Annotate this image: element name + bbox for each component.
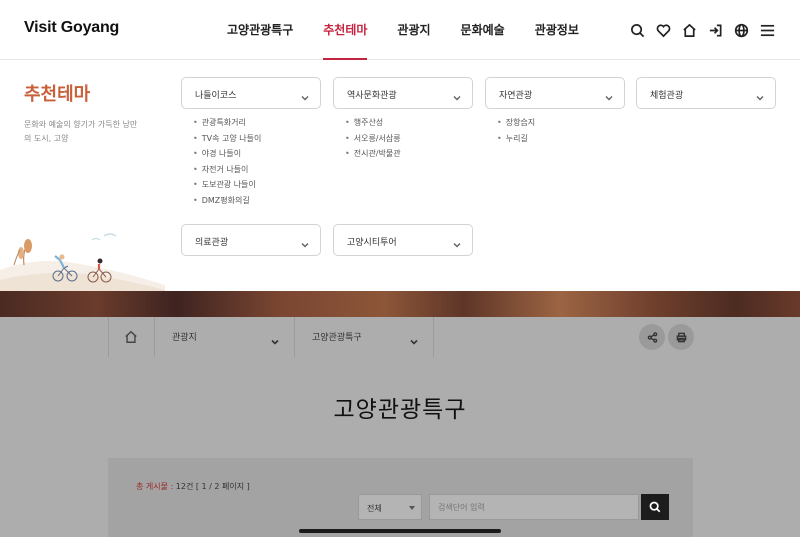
list-item[interactable]: DMZ평화의길 <box>193 193 261 209</box>
dropdown-outing-course[interactable]: 나들이코스 <box>181 77 321 109</box>
list-item[interactable]: TV속 고양 나들이 <box>193 131 262 147</box>
mega-menu-panel: 추천테마 문화와 예술의 향기가 가득한 낭만의 도시, 고양 나들이코스 역사… <box>0 60 800 291</box>
breadcrumb-level1[interactable]: 관광지 <box>154 317 294 357</box>
nav-item-culture-arts[interactable]: 문화예술 <box>446 0 520 60</box>
print-button[interactable] <box>668 324 694 350</box>
breadcrumb: 관광지 고양관광특구 <box>108 317 698 357</box>
breadcrumb-home[interactable] <box>108 317 154 357</box>
nav-item-attractions[interactable]: 관광지 <box>382 0 445 60</box>
list-item[interactable]: 장항습지 <box>497 115 535 131</box>
page-info: [ 1 / 2 페이지 ] <box>195 482 250 491</box>
share-button[interactable] <box>639 324 665 350</box>
list-item[interactable]: 관광특화거리 <box>193 115 261 131</box>
chevron-down-icon <box>755 88 765 101</box>
print-icon <box>676 332 686 342</box>
nav-item-recommended-theme[interactable]: 추천테마 <box>308 0 382 61</box>
post-count-label: 총 게시물 : <box>136 482 174 491</box>
dropdown-experience[interactable]: 체험관광 <box>636 77 776 109</box>
share-icon <box>647 331 657 343</box>
heart-icon[interactable] <box>650 20 676 40</box>
cycling-illustration <box>0 233 165 291</box>
post-count-value: 12건 <box>175 482 194 491</box>
chevron-down-icon <box>604 88 614 101</box>
chevron-down-icon <box>409 332 419 345</box>
dropdown-history-culture[interactable]: 역사문화관광 <box>333 77 473 109</box>
list-item[interactable]: 행주산성 <box>345 115 401 131</box>
home-icon[interactable] <box>676 20 702 40</box>
list-item[interactable]: 서오릉/서삼릉 <box>345 131 401 147</box>
home-icon <box>125 330 137 343</box>
dropdown-medical[interactable]: 의료관광 <box>181 224 321 256</box>
page-title: 고양관광특구 <box>333 397 467 423</box>
chevron-down-icon <box>300 88 310 101</box>
login-icon[interactable] <box>702 20 728 40</box>
chevron-down-icon <box>452 88 462 101</box>
utility-icons <box>624 20 780 40</box>
breadcrumb-level2[interactable]: 고양관광특구 <box>294 317 434 357</box>
site-header: Visit Goyang 고양관광특구 추천테마 관광지 문화예술 관광정보 <box>0 0 800 61</box>
caret-down-icon <box>409 506 415 510</box>
list-item[interactable]: 전시관/박물관 <box>345 146 401 162</box>
dropdown-nature[interactable]: 자연관광 <box>485 77 625 109</box>
dropdown-city-tour[interactable]: 고양시티투어 <box>333 224 473 256</box>
search-icon[interactable] <box>624 20 650 40</box>
nav-item-special-zone[interactable]: 고양관광특구 <box>212 0 308 60</box>
globe-icon[interactable] <box>728 20 754 40</box>
chevron-down-icon <box>300 235 310 248</box>
sublist-outing-course: 관광특화거리 TV속 고양 나들이 야경 나들이 자전거 나들이 도보관광 나들… <box>193 115 262 209</box>
sublist-history-culture: 행주산성 서오릉/서삼릉 전시관/박물관 <box>345 115 401 162</box>
list-item[interactable]: 야경 나들이 <box>193 146 261 162</box>
search-category-select[interactable]: 전체 <box>358 494 422 520</box>
main-nav: 고양관광특구 추천테마 관광지 문화예술 관광정보 <box>212 0 594 61</box>
list-item[interactable]: 도보관광 나들이 <box>193 177 261 193</box>
site-logo[interactable]: Visit Goyang <box>24 19 119 37</box>
list-item[interactable]: 누리길 <box>497 131 535 147</box>
home-indicator <box>299 529 501 533</box>
hero-photo-strip <box>0 291 800 317</box>
nav-item-tour-info[interactable]: 관광정보 <box>520 0 594 60</box>
chevron-down-icon <box>270 332 280 345</box>
search-icon <box>649 501 661 513</box>
search-button[interactable] <box>641 494 669 520</box>
chevron-down-icon <box>452 235 462 248</box>
menu-icon[interactable] <box>754 20 780 40</box>
sublist-nature: 장항습지 누리길 <box>497 115 535 146</box>
panel-description: 문화와 예술의 향기가 가득한 낭만의 도시, 고양 <box>24 120 138 143</box>
list-item[interactable]: 자전거 나들이 <box>193 162 261 178</box>
panel-title: 추천테마 <box>24 84 91 105</box>
post-count: 총 게시물 : 12건 [ 1 / 2 페이지 ] <box>136 481 250 492</box>
search-input[interactable] <box>429 494 639 520</box>
